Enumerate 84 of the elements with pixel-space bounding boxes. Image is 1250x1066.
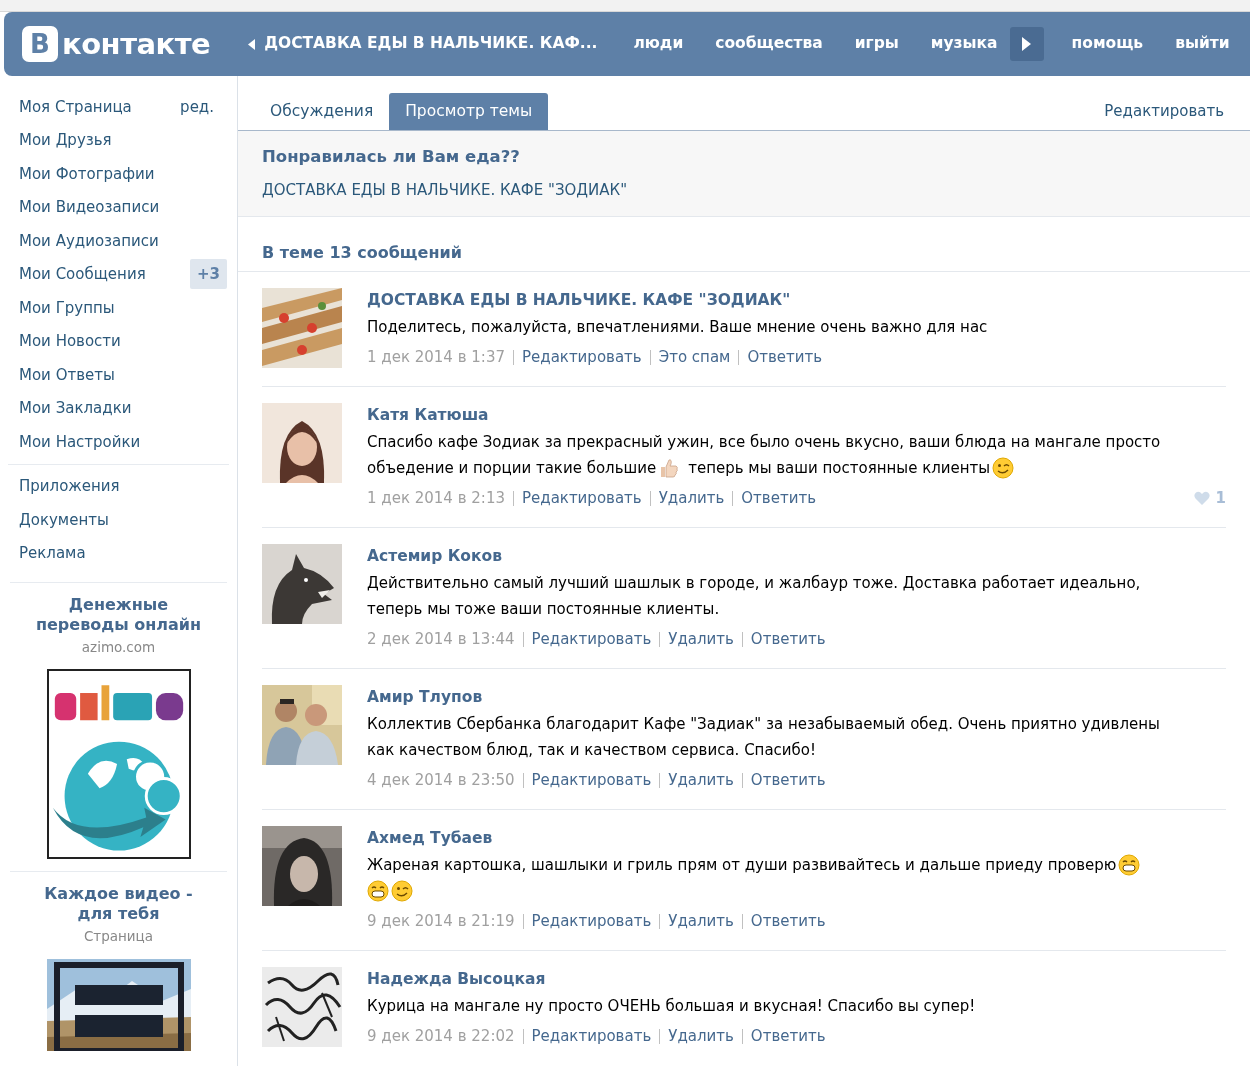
edit-link[interactable]: Редактировать — [1104, 93, 1224, 130]
sidebar-item[interactable]: Мои Аудиозаписи — [19, 229, 159, 252]
action-link[interactable]: Ответить — [750, 909, 826, 933]
nav-link[interactable]: игры — [854, 32, 899, 56]
comment-text: Поделитесь, пожалуйста, впечатлениями. Ваше мнение очень важно для нас — [367, 317, 988, 338]
wink-emoji-icon — [391, 880, 413, 902]
left-arrow-icon[interactable] — [248, 38, 256, 50]
sidebar-item[interactable]: Моя Страница — [19, 95, 132, 118]
action-link[interactable]: Редактировать — [531, 627, 652, 651]
tab[interactable]: Обсуждения — [254, 93, 390, 130]
post-date: 2 дек 2014 в 13:44 — [367, 628, 515, 650]
comment-text: теперь мы тоже ваши постоянные клиенты. — [367, 599, 720, 620]
sidebar-item[interactable]: Мои Сообщения — [19, 263, 146, 286]
action-link[interactable]: Ответить — [750, 627, 826, 651]
action-link[interactable]: Редактировать — [522, 486, 642, 510]
sidebar-item[interactable]: Мои Новости — [19, 330, 121, 353]
action-link[interactable]: Ответить — [750, 1024, 826, 1048]
sidebar-item[interactable]: Мои Закладки — [19, 397, 132, 420]
nav-link[interactable]: музыка — [930, 32, 998, 56]
logo-badge[interactable]: В — [22, 26, 58, 62]
topic-link[interactable]: ДОСТАВКА ЕДЫ В НАЛЬЧИКЕ. КАФ... — [264, 32, 598, 56]
action-link[interactable]: Удалить — [658, 486, 725, 510]
action-link[interactable]: Удалить — [668, 909, 734, 933]
action-link[interactable]: Удалить — [668, 768, 734, 792]
action-link[interactable]: Удалить — [668, 627, 734, 651]
sidebar-item[interactable]: Мои Видеозаписи — [19, 196, 160, 219]
group-link[interactable]: ДОСТАВКА ЕДЫ В НАЛЬЧИКЕ. КАФЕ "ЗОДИАК" — [262, 179, 1250, 202]
sidebar-item[interactable]: Мои Группы — [19, 296, 115, 319]
thumbs-up-icon — [658, 457, 681, 479]
ad-subtitle: azimo.com — [81, 638, 156, 657]
action-link[interactable]: Удалить — [668, 1024, 734, 1048]
comment-text: Действительно самый лучший шашлык в городе, и жалбаур тоже. Доставка работает идеально, — [367, 573, 1141, 594]
comment-text: как качеством блюд, так и качеством сервиса. Спасибо! — [367, 740, 817, 761]
nav-link[interactable]: помощь — [1071, 32, 1144, 56]
count-badge: +3 — [190, 259, 227, 290]
sidebar-item[interactable]: Мои Ответы — [19, 363, 115, 386]
next-button[interactable] — [1009, 27, 1044, 61]
logo-text[interactable]: контакте — [62, 29, 211, 59]
nav-link[interactable]: сообщества — [715, 32, 823, 56]
sidebar-item[interactable]: Реклама — [19, 542, 86, 565]
comment-text: объедение и порции такие большие — [367, 458, 657, 479]
action-link[interactable]: Ответить — [750, 768, 826, 792]
nav-link[interactable]: люди — [633, 32, 684, 56]
nav-link[interactable]: выйти — [1175, 32, 1230, 56]
comment-text: Спасибо кафе Зодиак за прекрасный ужин, все было очень вкусно, ваши блюда на мангале просто — [367, 432, 1161, 453]
action-link[interactable]: Редактировать — [531, 768, 652, 792]
grin-emoji-icon — [1118, 854, 1141, 876]
author-link[interactable]: Ахмед Тубаев — [367, 827, 493, 851]
post-date: 9 дек 2014 в 21:19 — [367, 910, 515, 932]
wink-emoji-icon — [992, 457, 1015, 479]
author-link[interactable]: Надежда Высоцкая — [367, 968, 546, 992]
comment-text: Курица на мангале ну просто ОЧЕНЬ большая и вкусная! Спасибо вы супер! — [367, 996, 976, 1017]
action-link[interactable]: Редактировать — [522, 345, 642, 369]
message-count: В теме 13 сообщений — [262, 243, 462, 262]
action-link[interactable]: Ответить — [741, 486, 816, 510]
author-link[interactable]: Астемир Коков — [367, 545, 502, 569]
author-link[interactable]: ДОСТАВКА ЕДЫ В НАЛЬЧИКЕ. КАФЕ "ЗОДИАК" — [367, 289, 791, 313]
topic-title: Понравилась ли Вам еда?? — [262, 146, 521, 168]
post-date: 1 дек 2014 в 1:37 — [367, 346, 505, 368]
sidebar-item[interactable]: Документы — [19, 508, 109, 531]
post-date: 4 дек 2014 в 23:50 — [367, 769, 515, 791]
ad-title[interactable]: Денежные переводы онлайн — [31, 595, 206, 635]
post-date: 9 дек 2014 в 22:02 — [367, 1025, 515, 1047]
action-link[interactable]: Редактировать — [531, 1024, 652, 1048]
tab[interactable]: Просмотр темы — [389, 93, 549, 130]
ad-subtitle: Страница — [83, 927, 154, 947]
action-link[interactable]: Ответить — [747, 345, 823, 369]
action-link[interactable]: Это спам — [658, 345, 731, 369]
grin-emoji-icon — [367, 880, 389, 902]
sidebar-item[interactable]: Приложения — [19, 475, 120, 498]
action-link[interactable]: Редактировать — [531, 909, 652, 933]
comment-text: теперь мы ваши постоянные клиенты — [688, 458, 991, 479]
sidebar-item[interactable]: Мои Настройки — [19, 430, 141, 453]
author-link[interactable]: Амир Тлупов — [367, 686, 483, 710]
comment-text: Коллектив Сбербанка благодарит Кафе "Задиак" за незабываемый обед. Очень приятно удивлены — [367, 714, 1160, 735]
heart-icon — [1193, 491, 1210, 505]
sidebar-item[interactable]: Мои Друзья — [19, 129, 112, 152]
ad-title[interactable]: Каждое видео - для тебя — [31, 884, 206, 925]
sidebar-item[interactable]: Мои Фотографии — [19, 162, 155, 185]
edit-link[interactable]: ред. — [180, 95, 227, 118]
post-date: 1 дек 2014 в 2:13 — [367, 487, 505, 509]
author-link[interactable]: Катя Катюша — [367, 404, 489, 428]
comment-text: Жареная картошка, шашлыки и гриль прям от души развивайтесь и дальше приеду проверю — [367, 855, 1117, 876]
right-arrow-icon — [1022, 37, 1032, 51]
